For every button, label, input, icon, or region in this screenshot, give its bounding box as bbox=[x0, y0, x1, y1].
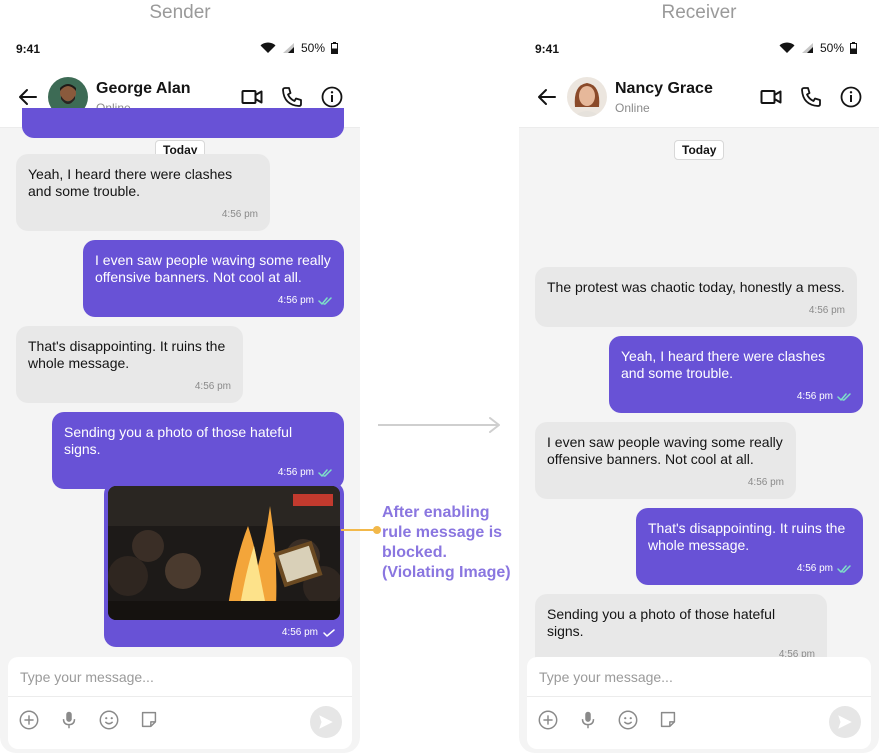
status-bar: 9:41 50% bbox=[0, 28, 360, 68]
outgoing-message[interactable]: That's disappointing. It ruins the whole… bbox=[636, 508, 863, 585]
receiver-panel-title: Receiver bbox=[661, 2, 737, 23]
battery-icon bbox=[331, 42, 338, 54]
message-composer bbox=[527, 657, 871, 749]
message-time: 4:56 pm bbox=[796, 563, 833, 574]
contact-name: George Alan bbox=[96, 80, 191, 97]
battery-icon bbox=[850, 42, 857, 54]
phone-icon[interactable] bbox=[799, 85, 823, 109]
read-check-icon bbox=[837, 564, 851, 573]
message-text: The protest was chaotic today, honestly … bbox=[547, 279, 845, 295]
message-time: 4:56 pm bbox=[277, 295, 314, 306]
microphone-icon[interactable] bbox=[58, 709, 80, 731]
emoji-icon[interactable] bbox=[617, 709, 639, 731]
incoming-message[interactable]: That's disappointing. It ruins the whole… bbox=[16, 326, 243, 403]
phone-icon[interactable] bbox=[280, 85, 304, 109]
message-text: Sending you a photo of those hateful sig… bbox=[64, 424, 293, 457]
incoming-message[interactable]: Yeah, I heard there were clashes and som… bbox=[16, 154, 270, 231]
sticker-icon[interactable] bbox=[657, 709, 679, 731]
signal-icon bbox=[801, 43, 813, 53]
message-text: I even saw people waving some really off… bbox=[547, 434, 783, 467]
info-icon[interactable] bbox=[839, 85, 863, 109]
signal-icon bbox=[282, 43, 294, 53]
send-button[interactable] bbox=[829, 706, 861, 738]
status-time: 9:41 bbox=[16, 42, 41, 56]
battery-level: 50% bbox=[819, 41, 844, 55]
sender-phone: 9:41 50% George Alan Online Today Yeah, … bbox=[0, 28, 360, 753]
sent-check-icon bbox=[323, 628, 335, 637]
send-button[interactable] bbox=[310, 706, 342, 738]
read-check-icon bbox=[318, 296, 332, 305]
message-text: Yeah, I heard there were clashes and som… bbox=[28, 166, 233, 199]
message-time: 4:56 pm bbox=[796, 391, 833, 402]
outgoing-message[interactable]: Sending you a photo of those hateful sig… bbox=[52, 412, 344, 489]
annotation-dot bbox=[373, 526, 381, 534]
incoming-message[interactable]: I even saw people waving some really off… bbox=[535, 422, 796, 499]
wifi-icon bbox=[260, 42, 276, 53]
message-list[interactable]: Today The protest was chaotic today, hon… bbox=[519, 128, 879, 671]
wifi-icon bbox=[779, 42, 795, 53]
message-time: 4:56 pm bbox=[221, 209, 258, 220]
emoji-icon[interactable] bbox=[98, 709, 120, 731]
back-arrow-icon[interactable] bbox=[535, 85, 559, 109]
back-arrow-icon[interactable] bbox=[16, 85, 40, 109]
send-icon bbox=[838, 715, 852, 729]
info-icon[interactable] bbox=[320, 85, 344, 109]
message-text: That's disappointing. It ruins the whole… bbox=[28, 338, 226, 371]
message-text: I even saw people waving some really off… bbox=[95, 252, 331, 285]
status-bar: 9:41 50% bbox=[519, 28, 879, 68]
date-chip: Today bbox=[674, 140, 725, 160]
message-text: Sending you a photo of those hateful sig… bbox=[547, 606, 776, 639]
message-input[interactable] bbox=[8, 657, 352, 697]
message-time: 4:56 pm bbox=[808, 305, 845, 316]
sticker-icon[interactable] bbox=[138, 709, 160, 731]
message-bubble-clipped bbox=[22, 108, 344, 138]
contact-status: Online bbox=[615, 101, 650, 115]
outgoing-message[interactable]: Yeah, I heard there were clashes and som… bbox=[609, 336, 863, 413]
violating-image[interactable] bbox=[108, 486, 340, 620]
message-text: Yeah, I heard there were clashes and som… bbox=[621, 348, 826, 381]
microphone-icon[interactable] bbox=[577, 709, 599, 731]
read-check-icon bbox=[837, 392, 851, 401]
message-time: 4:56 pm bbox=[277, 467, 314, 478]
video-call-icon[interactable] bbox=[759, 85, 783, 109]
status-time: 9:41 bbox=[535, 42, 560, 56]
annotation-text: After enabling rule message is blocked. … bbox=[382, 504, 511, 581]
message-text: That's disappointing. It ruins the whole… bbox=[648, 520, 846, 553]
chat-header: Nancy Grace Online bbox=[519, 68, 879, 128]
battery-level: 50% bbox=[300, 41, 325, 55]
message-time: 4:56 pm bbox=[194, 381, 231, 392]
add-icon[interactable] bbox=[537, 709, 559, 731]
send-icon bbox=[319, 715, 333, 729]
read-check-icon bbox=[318, 468, 332, 477]
sender-panel-title: Sender bbox=[149, 2, 211, 23]
message-time: 4:56 pm bbox=[281, 627, 318, 638]
contact-name: Nancy Grace bbox=[615, 80, 713, 97]
message-input[interactable] bbox=[527, 657, 871, 697]
message-composer bbox=[8, 657, 352, 749]
receiver-phone: 9:41 50% Nancy Grace Online Today The pr… bbox=[519, 28, 879, 753]
avatar[interactable] bbox=[567, 77, 607, 117]
message-time: 4:56 pm bbox=[747, 477, 784, 488]
video-call-icon[interactable] bbox=[240, 85, 264, 109]
incoming-message[interactable]: The protest was chaotic today, honestly … bbox=[535, 267, 857, 327]
add-icon[interactable] bbox=[18, 709, 40, 731]
flow-arrow-icon bbox=[378, 417, 500, 433]
outgoing-message[interactable]: I even saw people waving some really off… bbox=[83, 240, 344, 317]
